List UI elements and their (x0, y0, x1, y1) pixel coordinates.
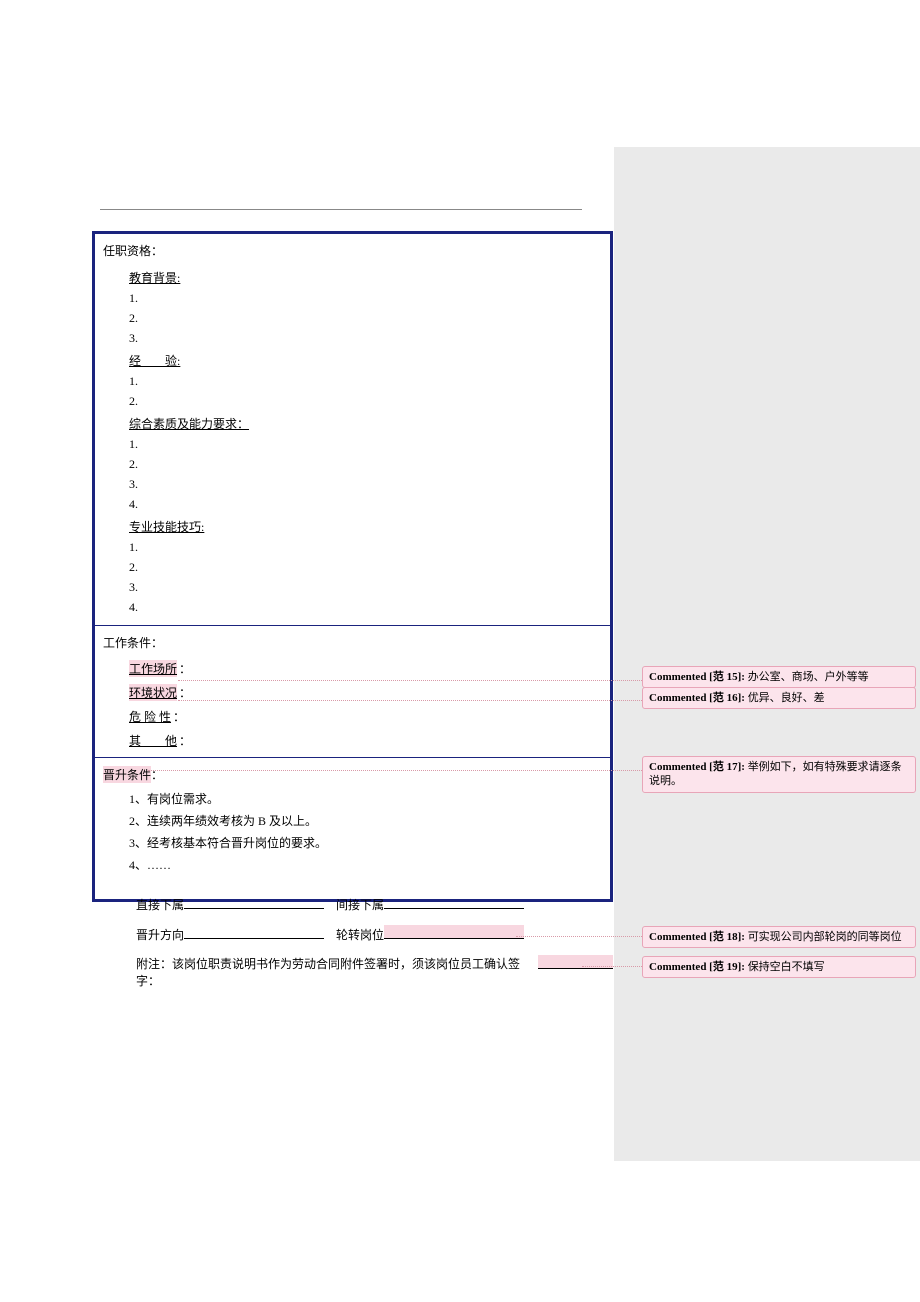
list-item: 3、经考核基本符合晋升岗位的要求。 (129, 834, 602, 851)
comment-balloon-17: Commented [范 17]: 举例如下，如有特殊要求请逐条说明。 (642, 756, 916, 793)
list-item: 3. (129, 331, 602, 346)
comment-connector (178, 680, 642, 681)
list-item: 4. (129, 497, 602, 512)
list-item: 3. (129, 580, 602, 595)
blank-line (384, 895, 524, 909)
condition-row-risk: 危 险 性： (95, 703, 610, 727)
list-item: 2、连续两年绩效考核为 B 及以上。 (129, 812, 602, 829)
comment-text: 优异、良好、差 (745, 692, 825, 704)
form-container: 任职资格： 教育背景: 1. 2. 3. 经 验: 1. 2. 综合素质及能力要… (92, 231, 613, 902)
footer-note: 附注：该岗位职责说明书作为劳动合同附件签署时，须该岗位员工确认签字： (92, 955, 613, 989)
section-title-row: 晋升条件： (95, 758, 610, 785)
list-item: 3. (129, 477, 602, 492)
comment-connector (178, 700, 642, 701)
colon: ： (173, 708, 185, 725)
section-title: 工作条件： (95, 626, 610, 655)
list-item: 1. (129, 374, 602, 389)
section-title: 任职资格： (95, 234, 610, 263)
comment-label: Commented [范 16]: (649, 692, 745, 704)
colon: ： (179, 684, 191, 701)
label-other: 其 他 (129, 732, 177, 749)
blank-line (184, 895, 324, 909)
comment-connector (516, 936, 642, 937)
comment-balloon-19: Commented [范 19]: 保持空白不填写 (642, 956, 916, 978)
comment-label: Commented [范 15]: (649, 671, 745, 683)
note-text: 附注：该岗位职责说明书作为劳动合同附件签署时，须该岗位员工确认签字： (136, 955, 538, 989)
section-body: 1、有岗位需求。 2、连续两年绩效考核为 B 及以上。 3、经考核基本符合晋升岗… (95, 790, 610, 899)
section-qualifications: 任职资格： 教育背景: 1. 2. 3. 经 验: 1. 2. 综合素质及能力要… (95, 234, 610, 626)
list-item: 2. (129, 457, 602, 472)
condition-row-other: 其 他： (95, 727, 610, 757)
comment-label: Commented [范 19]: (649, 961, 745, 973)
comment-text: 办公室、商场、户外等等 (745, 671, 869, 683)
subhead-competence: 综合素质及能力要求： (129, 415, 602, 432)
subhead-education: 教育背景: (129, 269, 602, 286)
comment-balloon-16: Commented [范 16]: 优异、良好、差 (642, 687, 916, 709)
label-rotation: 轮转岗位 (336, 926, 384, 943)
list-item: 2. (129, 394, 602, 409)
section-workconditions: 工作条件： 工作场所： 环境状况： 危 险 性： 其 他： (95, 626, 610, 758)
colon: ： (179, 660, 191, 677)
section-promotion: 晋升条件： 1、有岗位需求。 2、连续两年绩效考核为 B 及以上。 3、经考核基… (95, 758, 610, 899)
label-risk: 危 险 性 (129, 708, 171, 725)
label-environment: 环境状况 (129, 684, 177, 701)
footer-row-2: 晋升方向 轮转岗位 (92, 925, 613, 943)
list-item: 1. (129, 291, 602, 306)
blank-line (184, 925, 324, 939)
comment-balloon-18: Commented [范 18]: 可实现公司内部轮岗的同等岗位 (642, 926, 916, 948)
condition-row-workplace: 工作场所： (95, 655, 610, 679)
list-item: 1、有岗位需求。 (129, 790, 602, 807)
label-promotion-dir: 晋升方向 (136, 926, 184, 943)
subhead-experience: 经 验: (129, 352, 602, 369)
section-body: 教育背景: 1. 2. 3. 经 验: 1. 2. 综合素质及能力要求： 1. … (95, 269, 610, 625)
list-item: 4、…… (129, 856, 602, 873)
label-direct-sub: 直接下属 (136, 896, 184, 913)
comment-margin (614, 147, 920, 1161)
comment-connector (148, 770, 642, 771)
comment-label: Commented [范 18]: (649, 931, 745, 943)
label-workplace: 工作场所 (129, 660, 177, 677)
subhead-skills: 专业技能技巧: (129, 518, 602, 535)
comment-text: 可实现公司内部轮岗的同等岗位 (745, 931, 902, 943)
list-item: 1. (129, 437, 602, 452)
horizontal-rule (100, 209, 582, 210)
list-item: 2. (129, 311, 602, 326)
list-item: 4. (129, 600, 602, 615)
list-item: 1. (129, 540, 602, 555)
section-title-text: 晋升条件 (103, 766, 151, 783)
comment-text: 保持空白不填写 (745, 961, 825, 973)
comment-balloon-15: Commented [范 15]: 办公室、商场、户外等等 (642, 666, 916, 688)
label-indirect-sub: 间接下属 (336, 896, 384, 913)
list-item: 2. (129, 560, 602, 575)
comment-connector (582, 966, 642, 967)
blank-line-rotation (384, 925, 524, 939)
colon: ： (179, 732, 191, 749)
comment-label: Commented [范 17]: (649, 761, 745, 773)
footer-row-1: 直接下属 间接下属 (92, 895, 613, 913)
